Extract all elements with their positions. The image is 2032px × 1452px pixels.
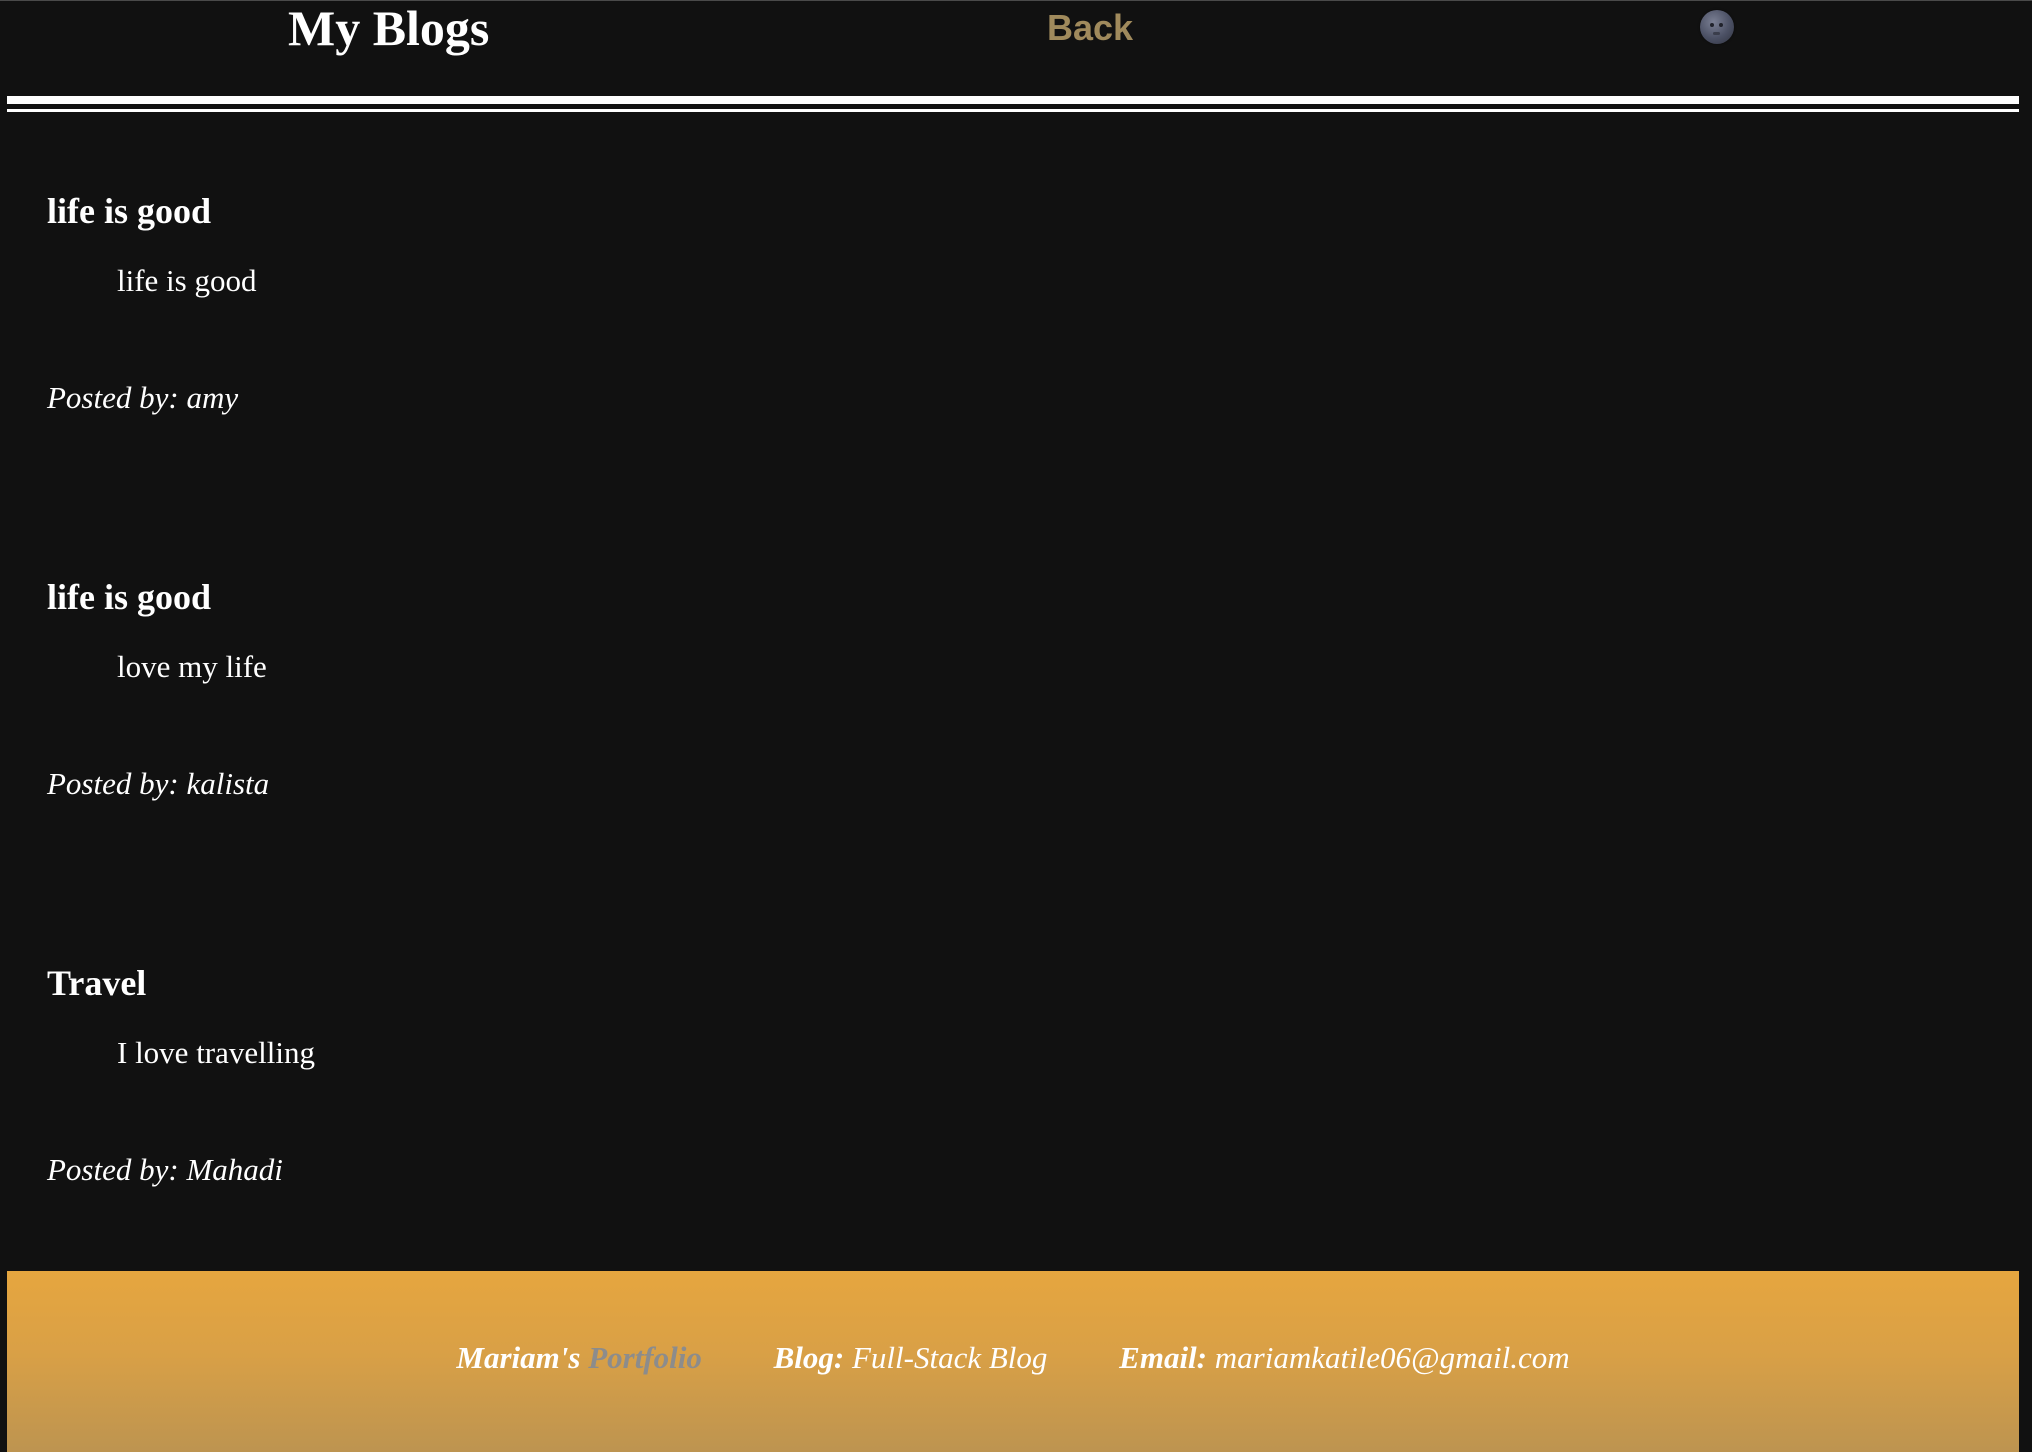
moon-mouth [1713, 32, 1720, 35]
header-divider-thin [7, 109, 2019, 112]
moon-eye-left [1710, 23, 1714, 27]
blog-post: Travel I love travelling Posted by: Maha… [47, 961, 1947, 1187]
footer-portfolio-word: Portfolio [588, 1340, 702, 1375]
post-body: I love travelling [117, 1035, 315, 1070]
post-title: life is good [47, 577, 212, 617]
footer-portfolio: Mariam's Portfolio [456, 1336, 701, 1380]
blog-post: life is good life is good Posted by: amy [47, 189, 1947, 415]
page-footer: Mariam's Portfolio Blog: Full-Stack Blog… [7, 1271, 2019, 1452]
post-author-name: kalista [186, 766, 270, 801]
post-author-name: amy [186, 380, 239, 415]
post-author-prefix: Posted by: [47, 380, 179, 415]
footer-email: Email: mariamkatile06@gmail.com [1119, 1336, 1569, 1380]
post-author-prefix: Posted by: [47, 766, 179, 801]
post-title: Travel [47, 963, 147, 1003]
post-author-prefix: Posted by: [47, 1152, 179, 1187]
header-divider-thick [7, 96, 2019, 104]
blog-post: life is good love my life Posted by: kal… [47, 575, 1947, 801]
footer-blog-label: Blog: [773, 1340, 845, 1375]
post-author: Posted by: kalista [47, 764, 269, 804]
moon-face-icon[interactable] [1700, 10, 1734, 44]
post-body: love my life [117, 649, 267, 684]
post-author: Posted by: amy [47, 378, 238, 418]
post-body: life is good [117, 263, 257, 298]
post-author: Posted by: Mahadi [47, 1150, 283, 1190]
moon-eye-right [1719, 23, 1723, 27]
footer-owner: Mariam's [456, 1340, 581, 1375]
post-title: life is good [47, 191, 212, 231]
footer-info: Mariam's Portfolio Blog: Full-Stack Blog… [7, 1336, 2019, 1380]
page-header: My Blogs Back [0, 0, 2032, 96]
footer-blog-value: Full-Stack Blog [851, 1340, 1048, 1375]
post-author-name: Mahadi [186, 1152, 283, 1187]
footer-email-value: mariamkatile06@gmail.com [1214, 1340, 1570, 1375]
footer-blog: Blog: Full-Stack Blog [774, 1336, 1048, 1380]
footer-email-label: Email: [1119, 1340, 1207, 1375]
back-link[interactable]: Back [1047, 6, 1133, 50]
page-title: My Blogs [288, 0, 490, 56]
